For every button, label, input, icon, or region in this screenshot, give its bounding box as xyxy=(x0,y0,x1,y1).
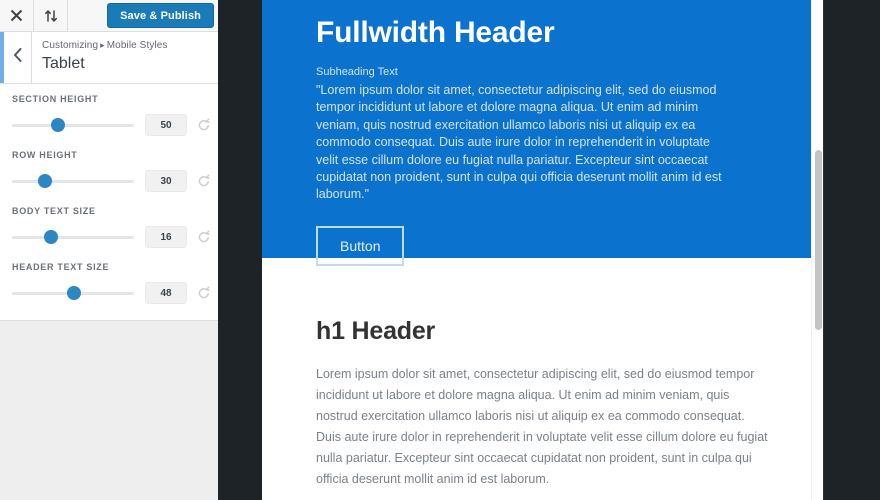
header-text-size-slider[interactable] xyxy=(12,286,134,300)
slider-track xyxy=(12,124,134,127)
control-label: Row Height xyxy=(12,150,78,160)
control-label: Body Text Size xyxy=(12,206,96,216)
control-row: 30 xyxy=(12,170,210,192)
control-body-text-size: Body Text Size 16 xyxy=(12,206,210,248)
preview-area: Fullwidth Header Subheading Text "Lorem … xyxy=(262,0,880,500)
reset-icon[interactable] xyxy=(196,173,212,189)
customizer-app: Save & Publish Customizing ▸ Mobile Styles… xyxy=(0,0,880,500)
body-text-size-value-input[interactable]: 16 xyxy=(145,226,187,248)
panel-titles: Customizing ▸ Mobile Styles Tablet xyxy=(32,32,168,83)
row-height-value-input[interactable]: 30 xyxy=(145,170,187,192)
hero-cta-button[interactable]: Button xyxy=(316,225,405,266)
chevron-left-icon xyxy=(13,48,23,67)
section-height-value-input[interactable]: 50 xyxy=(145,114,187,136)
reset-icon[interactable] xyxy=(196,229,212,245)
control-section-height: Section Height 50 xyxy=(12,94,210,136)
slider-track xyxy=(12,180,134,183)
section-heading: h1 Header xyxy=(316,317,436,345)
customizer-sidebar: Save & Publish Customizing ▸ Mobile Styles… xyxy=(0,0,218,500)
page-title: Tablet xyxy=(42,55,85,72)
body-text-size-slider[interactable] xyxy=(12,230,134,244)
close-customizer-button[interactable] xyxy=(0,0,34,31)
control-row-height: Row Height 30 xyxy=(12,150,210,192)
breadcrumb-section: Mobile Styles xyxy=(106,40,168,51)
slider-thumb[interactable] xyxy=(37,174,52,188)
slider-thumb[interactable] xyxy=(50,118,65,132)
preview-right-edge xyxy=(823,0,824,500)
section-body-text: Lorem ipsum dolor sit amet, consectetur … xyxy=(316,367,768,486)
content-section: h1 Header Lorem ipsum dolor sit amet, co… xyxy=(262,258,824,490)
slider-thumb[interactable] xyxy=(67,286,82,300)
control-header-text-size: Header Text Size 48 xyxy=(12,262,210,304)
sidebar-empty-area xyxy=(0,321,218,500)
customizer-panel-header: Customizing ▸ Mobile Styles Tablet xyxy=(0,32,218,84)
hero-subheading: Subheading Text xyxy=(316,66,398,78)
back-button[interactable] xyxy=(0,32,32,83)
close-icon xyxy=(10,9,23,22)
control-row: 48 xyxy=(12,282,210,304)
reset-icon[interactable] xyxy=(196,285,212,301)
customizer-topbar: Save & Publish xyxy=(0,0,218,32)
hero-body-text: "Lorem ipsum dolor sit amet, consectetur… xyxy=(316,83,722,202)
breadcrumb-separator: ▸ xyxy=(100,40,105,50)
reset-icon[interactable] xyxy=(196,117,212,133)
control-row: 50 xyxy=(12,114,210,136)
save-and-publish-button[interactable]: Save & Publish xyxy=(107,3,214,28)
breadcrumb: Customizing ▸ Mobile Styles xyxy=(42,39,168,52)
collapse-arrows-icon xyxy=(44,9,58,23)
hero-title: Fullwidth Header xyxy=(316,16,555,49)
control-row: 16 xyxy=(12,226,210,248)
breadcrumb-root: Customizing xyxy=(42,40,99,51)
site-preview-frame: Fullwidth Header Subheading Text "Lorem … xyxy=(262,0,824,500)
header-text-size-value-input[interactable]: 48 xyxy=(145,282,187,304)
preview-gutter xyxy=(218,0,262,500)
fullwidth-header-section: Fullwidth Header Subheading Text "Lorem … xyxy=(262,0,824,266)
slider-track xyxy=(12,236,134,239)
control-label: Header Text Size xyxy=(12,262,110,272)
preview-scrollbar-thumb[interactable] xyxy=(815,150,822,330)
control-label: Section Height xyxy=(12,94,99,104)
section-height-slider[interactable] xyxy=(12,118,134,132)
collapse-sidebar-button[interactable] xyxy=(34,0,68,31)
slider-controls-group: Section Height 50 Row H xyxy=(0,84,218,321)
slider-thumb[interactable] xyxy=(44,230,59,244)
row-height-slider[interactable] xyxy=(12,174,134,188)
